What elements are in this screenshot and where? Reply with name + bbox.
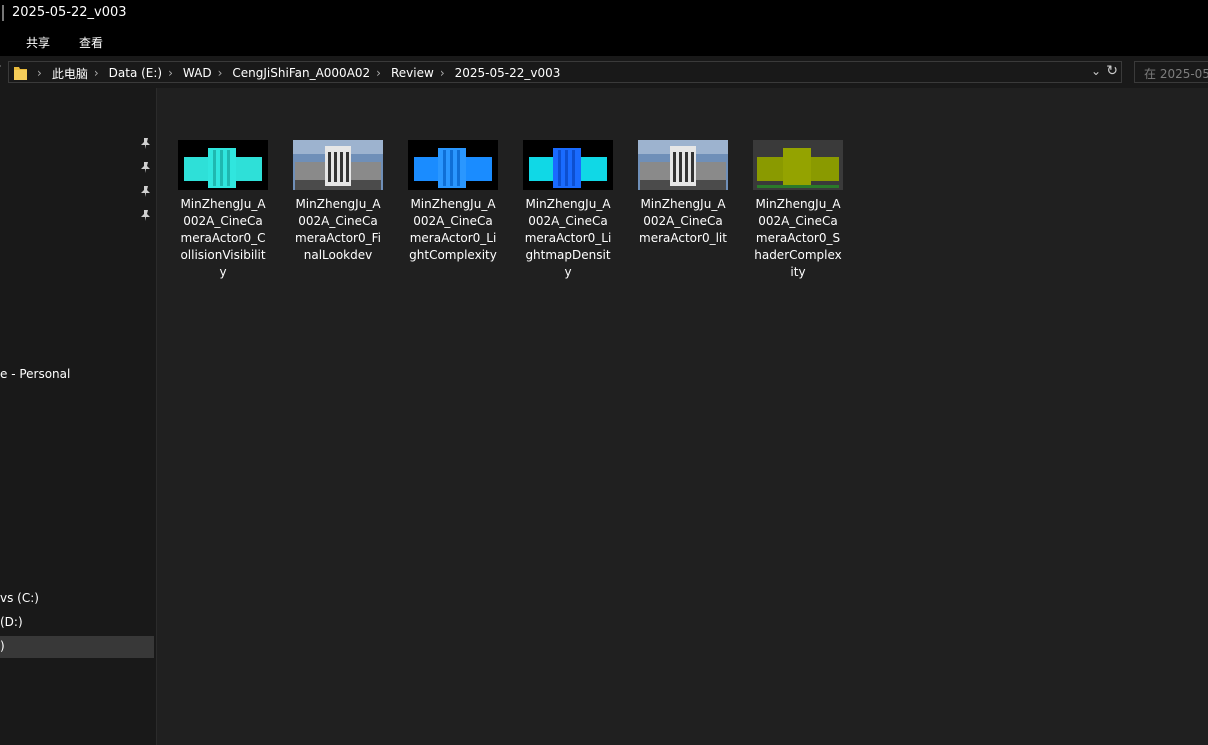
file-thumbnail	[523, 140, 613, 190]
pin-icon[interactable]	[141, 210, 150, 221]
file-item[interactable]: MinZhengJu_A002A_CineCameraActor0_Lightm…	[523, 140, 613, 281]
nav-item-drive-c[interactable]: vs (C:)	[0, 591, 39, 605]
file-item[interactable]: MinZhengJu_A002A_CineCameraActor0_Shader…	[753, 140, 843, 281]
chevron-right-icon[interactable]: ›	[440, 66, 445, 80]
nav-item-drive-e[interactable]: )	[0, 636, 154, 658]
search-input[interactable]: 在 2025-05	[1134, 61, 1208, 83]
breadcrumb-project[interactable]: CengJiShiFan_A000A02	[232, 66, 370, 80]
chevron-right-icon[interactable]: ›	[376, 66, 381, 80]
chevron-right-icon[interactable]: ›	[218, 66, 223, 80]
file-thumbnail	[293, 140, 383, 190]
ribbon: 共享 查看	[0, 28, 1208, 56]
file-item[interactable]: MinZhengJu_A002A_CineCameraActor0_LightC…	[408, 140, 498, 264]
nav-item-drive-e-label: )	[0, 639, 5, 653]
file-name: MinZhengJu_A002A_CineCameraActor0_Lightm…	[524, 197, 612, 279]
file-name: MinZhengJu_A002A_CineCameraActor0_Collis…	[180, 197, 266, 279]
file-item[interactable]: MinZhengJu_A002A_CineCameraActor0_lit	[638, 140, 728, 247]
tab-share[interactable]: 共享	[26, 34, 50, 51]
file-view: MinZhengJu_A002A_CineCameraActor0_Collis…	[157, 88, 1208, 745]
file-item[interactable]: MinZhengJu_A002A_CineCameraActor0_FinalL…	[293, 140, 383, 264]
pin-icon[interactable]	[141, 162, 150, 173]
file-thumbnail	[408, 140, 498, 190]
breadcrumb-review[interactable]: Review	[391, 66, 434, 80]
file-thumbnail	[178, 140, 268, 190]
file-name: MinZhengJu_A002A_CineCameraActor0_LightC…	[409, 197, 497, 262]
breadcrumb-this-pc[interactable]: 此电脑	[52, 65, 88, 82]
chevron-right-icon[interactable]: ›	[37, 66, 42, 80]
nav-item-drive-d[interactable]: (D:)	[0, 615, 23, 629]
breadcrumb-current-folder[interactable]: 2025-05-22_v003	[455, 66, 561, 80]
file-thumbnail	[753, 140, 843, 190]
title-separator	[2, 5, 4, 21]
pin-icon[interactable]	[141, 138, 150, 149]
folder-icon	[14, 67, 27, 80]
address-row: › 此电脑 › Data (E:) › WAD › CengJiShiFan_A…	[0, 56, 1208, 88]
chevron-down-icon[interactable]: ⌄	[1091, 64, 1101, 78]
breadcrumb: › 此电脑 › Data (E:) › WAD › CengJiShiFan_A…	[31, 64, 560, 82]
file-name: MinZhengJu_A002A_CineCameraActor0_lit	[639, 197, 727, 245]
chevron-right-icon[interactable]: ›	[94, 66, 99, 80]
file-item[interactable]: MinZhengJu_A002A_CineCameraActor0_Collis…	[178, 140, 268, 281]
chevron-right-icon[interactable]: ›	[168, 66, 173, 80]
address-bar[interactable]: › 此电脑 › Data (E:) › WAD › CengJiShiFan_A…	[8, 61, 1122, 83]
file-thumbnail	[638, 140, 728, 190]
nav-item-onedrive[interactable]: e - Personal	[0, 367, 70, 381]
expand-caret-icon[interactable]	[0, 62, 1, 70]
pin-icon[interactable]	[141, 186, 150, 197]
breadcrumb-wad[interactable]: WAD	[183, 66, 212, 80]
title-bar: 2025-05-22_v003	[0, 0, 1208, 28]
search-placeholder: 在 2025-05	[1144, 67, 1208, 81]
window-title: 2025-05-22_v003	[12, 5, 127, 20]
tab-view[interactable]: 查看	[79, 34, 103, 51]
file-name: MinZhengJu_A002A_CineCameraActor0_Shader…	[754, 197, 842, 279]
breadcrumb-data-drive[interactable]: Data (E:)	[109, 66, 162, 80]
file-name: MinZhengJu_A002A_CineCameraActor0_FinalL…	[295, 197, 381, 262]
refresh-icon[interactable]: ↻	[1106, 63, 1118, 79]
